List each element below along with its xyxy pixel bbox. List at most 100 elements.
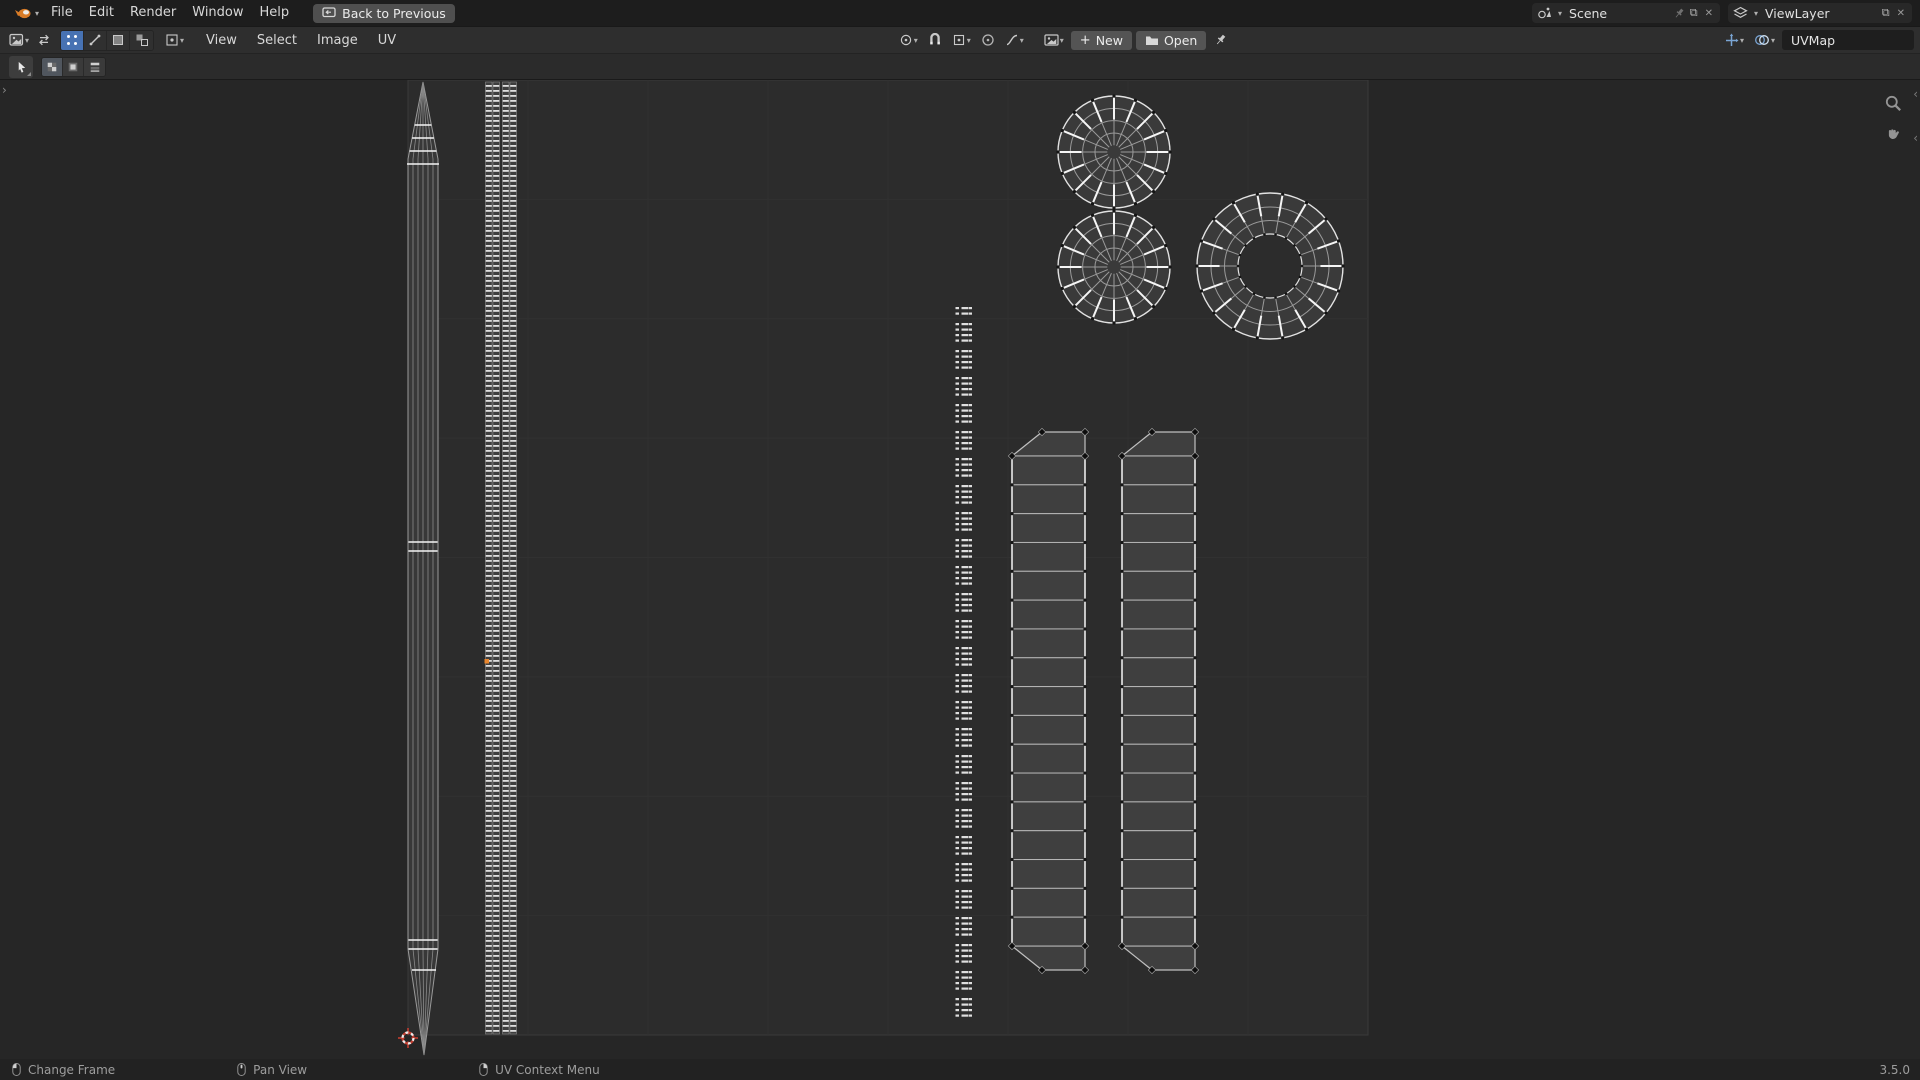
pivot-point-dropdown[interactable]: ▾ bbox=[896, 30, 921, 50]
menu-view[interactable]: View bbox=[197, 27, 246, 54]
view-layer-icon bbox=[1733, 6, 1748, 18]
uv-map-name: UVMap bbox=[1790, 32, 1836, 48]
pivot-icon bbox=[900, 34, 911, 46]
new-scene-icon[interactable]: ⧉ bbox=[1690, 6, 1698, 20]
tool-option-button-3[interactable] bbox=[84, 57, 105, 76]
scene-name[interactable]: Scene bbox=[1567, 6, 1668, 21]
menu-window[interactable]: Window bbox=[184, 0, 251, 26]
select-mode-face-button[interactable] bbox=[107, 30, 131, 50]
proportional-editing-toggle[interactable] bbox=[978, 30, 998, 50]
tool-option-group bbox=[41, 56, 106, 77]
proportional-editing-icon bbox=[982, 34, 994, 46]
uv-island-disc-1[interactable] bbox=[1056, 94, 1172, 210]
open-image-label: Open bbox=[1163, 32, 1198, 48]
middle-mouse-icon bbox=[237, 1062, 246, 1077]
uv-island-ladder-1[interactable] bbox=[1007, 427, 1090, 975]
scene-icon bbox=[1538, 7, 1551, 19]
snap-toggle[interactable] bbox=[925, 30, 945, 50]
uv-island-ring[interactable] bbox=[1195, 192, 1345, 340]
folder-icon bbox=[1145, 36, 1158, 45]
right-mouse-icon bbox=[479, 1062, 488, 1077]
view-layer-name[interactable]: ViewLayer bbox=[1763, 6, 1877, 21]
select-mode-edge-button[interactable] bbox=[84, 30, 108, 50]
workspace-back-icon bbox=[322, 7, 336, 18]
zoom-gizmo[interactable] bbox=[1882, 92, 1904, 114]
island-mode-icon bbox=[136, 34, 148, 46]
new-image-label: New bbox=[1095, 32, 1123, 48]
vertex-mode-icon bbox=[67, 35, 78, 45]
topbar-right: ▾ Scene ⧉ ✕ ▾ ViewLayer ⧉ ✕ bbox=[1532, 3, 1912, 23]
open-image-button[interactable]: Open bbox=[1135, 30, 1207, 50]
hand-icon bbox=[1888, 129, 1899, 140]
new-image-button[interactable]: + New bbox=[1070, 30, 1132, 50]
magnet-icon bbox=[929, 33, 940, 45]
tool-header bbox=[0, 53, 1920, 79]
selected-vertex[interactable] bbox=[484, 659, 490, 664]
region-collapse-icon[interactable]: ‹ bbox=[1913, 88, 1918, 100]
overlays-icon bbox=[1755, 35, 1769, 45]
region-collapse-icon[interactable]: ‹ bbox=[1913, 132, 1918, 144]
uv-editor-icon bbox=[9, 33, 24, 46]
editor-type-button[interactable]: ▾ bbox=[6, 30, 32, 50]
view-layer-selector[interactable]: ▾ ViewLayer ⧉ ✕ bbox=[1728, 3, 1912, 23]
chevron-down-icon: ▾ bbox=[1019, 35, 1024, 45]
uv-select-mode-group bbox=[60, 29, 155, 51]
select-mode-island-button[interactable] bbox=[130, 30, 154, 50]
uv-editor-viewport[interactable]: › ‹ ‹ bbox=[0, 79, 1920, 1059]
menu-uv[interactable]: UV bbox=[369, 27, 405, 54]
uv-island-disc-2[interactable] bbox=[1056, 209, 1172, 325]
uv-island-sliver[interactable] bbox=[407, 81, 439, 1056]
uv-sync-selection-toggle[interactable] bbox=[34, 30, 54, 50]
snap-settings-dropdown[interactable]: ▾ bbox=[949, 30, 974, 50]
blender-version: 3.5.0 bbox=[1879, 1062, 1910, 1077]
plus-icon: + bbox=[1079, 32, 1091, 48]
pin-icon[interactable] bbox=[1673, 7, 1685, 20]
left-mouse-icon bbox=[12, 1062, 21, 1077]
chevron-down-icon: ▾ bbox=[1059, 35, 1064, 45]
pin-icon bbox=[1216, 34, 1226, 45]
browse-image-dropdown[interactable]: ▾ bbox=[1041, 30, 1067, 50]
uv-editor-canvas[interactable] bbox=[0, 80, 1920, 1059]
menu-edit[interactable]: Edit bbox=[81, 0, 122, 26]
uv-map-field[interactable]: UVMap bbox=[1781, 30, 1914, 50]
active-tool-button[interactable] bbox=[9, 55, 33, 78]
scene-selector[interactable]: ▾ Scene ⧉ ✕ bbox=[1532, 3, 1720, 23]
menu-select[interactable]: Select bbox=[248, 27, 306, 54]
chevron-down-icon: ▾ bbox=[966, 35, 971, 45]
chevron-down-icon: ▾ bbox=[25, 35, 30, 45]
tool-option-button-1[interactable] bbox=[42, 57, 63, 76]
back-to-previous-button[interactable]: Back to Previous bbox=[313, 3, 455, 23]
chevron-down-icon: ▾ bbox=[180, 35, 185, 45]
region-expand-icon[interactable]: › bbox=[2, 84, 7, 96]
tool-option-button-2[interactable] bbox=[63, 57, 84, 76]
falloff-curve-icon bbox=[1006, 34, 1017, 46]
proportional-falloff-dropdown[interactable]: ▾ bbox=[1002, 30, 1027, 50]
status-hint-pan-view: Pan View bbox=[235, 1062, 307, 1077]
show-overlays-dropdown[interactable]: ▾ bbox=[1751, 30, 1778, 50]
menu-file[interactable]: File bbox=[43, 0, 81, 26]
sticky-selection-dropdown[interactable]: ▾ bbox=[162, 30, 187, 50]
close-icon[interactable]: ✕ bbox=[1895, 8, 1907, 19]
blender-logo[interactable]: ▾ bbox=[8, 6, 43, 20]
uv-island-dashed-strip[interactable] bbox=[955, 307, 973, 1023]
top-bar: ▾ File Edit Render Window Help Back to P… bbox=[0, 0, 1920, 26]
checker-icon bbox=[90, 62, 99, 72]
uv-island-ladder-2[interactable] bbox=[1117, 427, 1200, 975]
chevron-down-icon: ▾ bbox=[1558, 8, 1563, 18]
checker-icon bbox=[68, 62, 78, 71]
menu-image[interactable]: Image bbox=[308, 27, 367, 54]
pan-gizmo[interactable] bbox=[1882, 122, 1904, 144]
menu-help[interactable]: Help bbox=[252, 0, 298, 26]
magnifier-icon bbox=[1885, 95, 1901, 111]
chevron-down-icon: ▾ bbox=[913, 35, 918, 45]
checker-icon bbox=[47, 62, 57, 71]
tweak-tool-icon bbox=[18, 61, 25, 73]
status-hint-label: Change Frame bbox=[28, 1062, 116, 1077]
new-view-layer-icon[interactable]: ⧉ bbox=[1882, 6, 1890, 20]
menu-render[interactable]: Render bbox=[122, 0, 184, 26]
show-gizmo-dropdown[interactable]: ▾ bbox=[1721, 30, 1747, 50]
close-icon[interactable]: ✕ bbox=[1703, 8, 1715, 19]
image-pin-toggle[interactable] bbox=[1210, 30, 1230, 50]
select-mode-vertex-button[interactable] bbox=[61, 30, 85, 50]
face-mode-icon bbox=[113, 35, 124, 45]
